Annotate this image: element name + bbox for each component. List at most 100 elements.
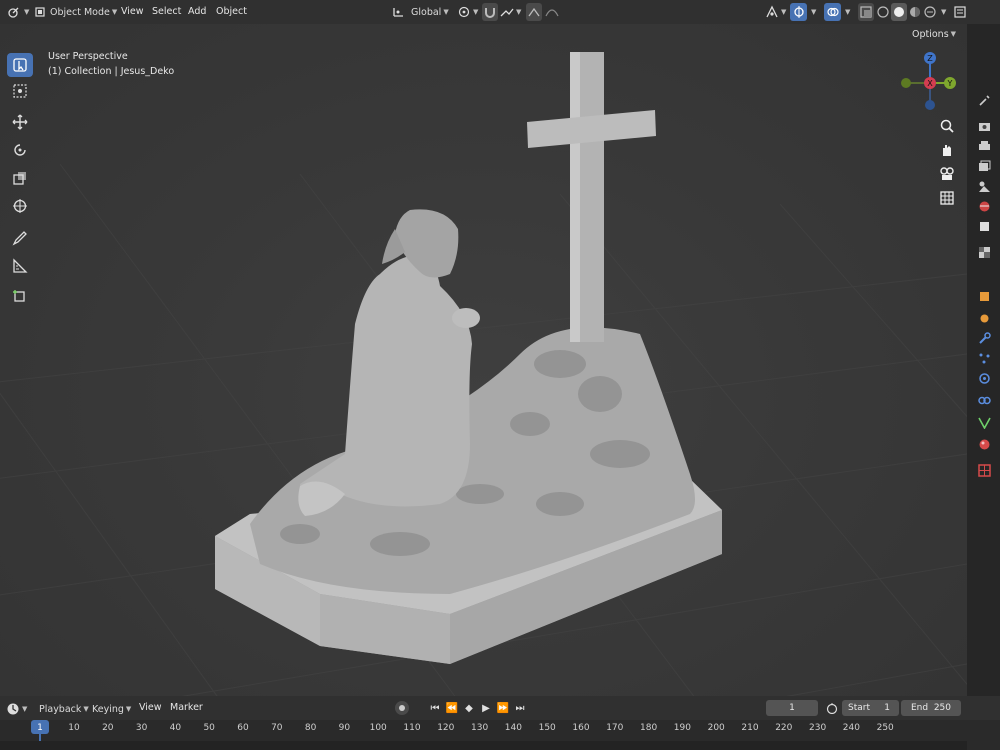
perspective-toggle-button[interactable] <box>939 190 955 209</box>
image-layers-icon <box>978 160 990 171</box>
timeline-track[interactable] <box>0 741 967 750</box>
menu-add[interactable]: Add <box>188 4 206 20</box>
chevron-down-icon: ▼ <box>443 8 449 16</box>
world-icon <box>979 201 989 211</box>
xray-toggle[interactable] <box>858 3 874 21</box>
proportional-falloff-button[interactable] <box>545 3 559 21</box>
current-frame-field[interactable]: 1 <box>766 700 818 716</box>
material-sphere-icon <box>979 439 989 449</box>
visibility-button[interactable]: ▼ <box>765 3 786 21</box>
transform-orientation-selector[interactable]: Global ▼ <box>392 3 449 21</box>
camera-view-button[interactable] <box>939 166 955 185</box>
snap-increment-icon <box>500 8 514 17</box>
chevron-down-icon: ▼ <box>111 8 118 16</box>
tab-view-layer[interactable] <box>976 158 992 174</box>
snap-target-button[interactable]: ▼ <box>500 3 521 21</box>
next-keyframe-icon[interactable]: ⏩ <box>496 703 510 714</box>
snap-toggle[interactable] <box>482 3 498 21</box>
tool-scale[interactable] <box>7 166 33 190</box>
shading-rendered-button[interactable] <box>923 3 937 21</box>
editor-type-button[interactable]: ▼ <box>6 3 29 21</box>
tool-add-cube[interactable] <box>7 284 33 308</box>
orientation-icon <box>393 8 403 17</box>
frame-tick: 20 <box>102 723 114 733</box>
object-mode-icon <box>35 7 45 17</box>
tab-physics-motion[interactable] <box>976 310 992 326</box>
tab-physics[interactable] <box>976 370 992 386</box>
auto-keying-toggle[interactable] <box>395 701 409 715</box>
shading-solid-button[interactable] <box>891 3 907 21</box>
tab-object[interactable] <box>976 288 992 304</box>
tab-scene[interactable] <box>976 178 992 194</box>
chevron-down-icon[interactable]: ▼ <box>845 8 850 16</box>
gizmo-neg-y-axis[interactable] <box>901 78 911 88</box>
menu-view[interactable]: View <box>121 4 144 20</box>
pan-button[interactable] <box>939 142 955 161</box>
overlays-icon <box>826 7 839 17</box>
prev-keyframe-icon[interactable]: ⏪ <box>445 703 459 714</box>
tab-tool[interactable] <box>976 92 992 108</box>
menu-select[interactable]: Select <box>152 4 181 20</box>
menu-object[interactable]: Object <box>216 4 247 20</box>
wrench-screwdriver-icon <box>978 94 990 106</box>
properties-editor-icon <box>954 6 966 18</box>
tool-transform[interactable] <box>7 194 33 218</box>
jesus-deko-model[interactable] <box>0 24 967 696</box>
tab-render[interactable] <box>976 118 992 134</box>
gizmo-toggle[interactable] <box>790 3 807 21</box>
tab-modifiers[interactable] <box>976 330 992 346</box>
particles-icon <box>980 314 988 322</box>
tab-output[interactable] <box>976 138 992 154</box>
tool-measure[interactable] <box>7 254 33 278</box>
3d-viewport[interactable]: User Perspective (1) Collection | Jesus_… <box>0 24 967 696</box>
tab-material[interactable] <box>976 436 992 452</box>
start-frame-field[interactable]: Start 1 <box>842 700 899 716</box>
timeline-menu-marker[interactable]: Marker <box>170 700 203 716</box>
chevron-down-icon[interactable]: ▼ <box>941 8 946 16</box>
chevron-down-icon[interactable]: ▼ <box>811 8 816 16</box>
proportional-editing-toggle[interactable] <box>526 3 542 21</box>
timeline-menu-view[interactable]: View <box>139 700 162 716</box>
frame-tick: 200 <box>707 723 725 733</box>
tool-rotate[interactable] <box>7 138 33 162</box>
end-value: 250 <box>933 703 951 713</box>
tab-texture[interactable] <box>976 244 992 260</box>
play-icon[interactable]: ▶ <box>479 703 493 714</box>
selectability-icon <box>766 5 778 18</box>
camera-icon <box>940 167 954 180</box>
play-reverse-icon[interactable]: ◆ <box>462 703 476 714</box>
active-collection-label: (1) Collection | Jesus_Deko <box>48 66 175 77</box>
navigation-gizmo[interactable]: Z Y X <box>893 48 967 116</box>
timeline-editor-type-button[interactable]: ▼ <box>6 700 27 718</box>
tool-cursor[interactable] <box>7 79 33 103</box>
pivot-point-button[interactable]: ▼ <box>457 3 478 21</box>
tool-move[interactable] <box>7 110 33 134</box>
frame-tick: 180 <box>640 723 658 733</box>
options-dropdown[interactable]: Options ▼ <box>912 26 956 42</box>
tab-world[interactable] <box>976 198 992 214</box>
zoom-button[interactable] <box>939 118 955 137</box>
tab-constraints[interactable] <box>976 392 992 408</box>
tab-particles[interactable] <box>976 350 992 366</box>
shading-material-button[interactable] <box>908 3 922 21</box>
tab-data[interactable] <box>976 414 992 430</box>
preview-range-toggle[interactable] <box>824 700 840 716</box>
editor-type-button-right[interactable] <box>953 3 967 21</box>
jump-start-icon[interactable]: ⏮ <box>428 703 442 714</box>
timeline-menu-keying[interactable]: Keying ▼ <box>92 700 131 718</box>
frame-tick: 190 <box>673 723 691 733</box>
gizmo-neg-z-axis[interactable] <box>925 100 935 110</box>
timeline-menu-playback[interactable]: Playback ▼ <box>39 700 89 718</box>
tab-collection[interactable] <box>976 218 992 234</box>
mode-selector[interactable]: Object Mode ▼ <box>34 3 117 21</box>
overlay-toggle[interactable] <box>824 3 841 21</box>
chevron-down-icon: ▼ <box>781 8 787 16</box>
tool-select-box[interactable] <box>7 53 33 77</box>
frame-tick: 60 <box>237 723 249 733</box>
jump-end-icon[interactable]: ⏭ <box>513 703 527 714</box>
end-label: End <box>911 703 929 713</box>
shading-wireframe-button[interactable] <box>876 3 890 21</box>
end-frame-field[interactable]: End 250 <box>901 700 961 716</box>
tab-texture-grid[interactable] <box>976 462 992 478</box>
tool-annotate[interactable] <box>7 226 33 250</box>
